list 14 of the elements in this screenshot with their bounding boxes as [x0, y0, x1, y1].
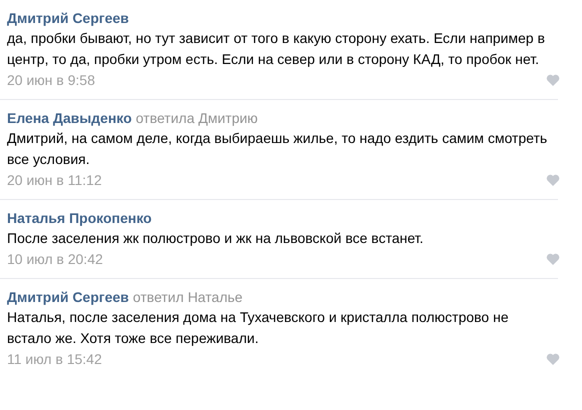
comment-text: После заселения жк полюстрово и жк на львовской все встанет.	[7, 229, 424, 248]
author-link[interactable]: Дмитрий Сергеев	[7, 8, 129, 28]
heart-icon[interactable]	[546, 353, 560, 365]
heart-icon[interactable]	[546, 74, 560, 86]
comment-text: Дмитрий, на самом деле, когда выбираешь жилье, то надо ездить самим смотреть все условия.	[7, 129, 548, 169]
author-link[interactable]: Елена Давыденко	[7, 108, 132, 128]
reply-note: ответил Наталье	[132, 288, 243, 307]
comment-text: да, пробки бывают, но тут зависит от того в какую сторону ехать. Если например в центр, то да, пробки утром есть. Если на север или в сторону КАД, то пробок нет.	[7, 29, 546, 69]
author-link[interactable]: Дмитрий Сергеев	[7, 287, 129, 307]
author-link[interactable]: Наталья Прокопенко	[7, 208, 152, 228]
reply-note: ответила Дмитрию	[136, 109, 258, 128]
heart-icon[interactable]	[546, 174, 560, 186]
heart-icon[interactable]	[546, 253, 560, 265]
comment-text: Наталья, после заселения дома на Тухачевского и кристалла полюстрово не встало же. Хотя тоже все переживали.	[7, 308, 510, 348]
